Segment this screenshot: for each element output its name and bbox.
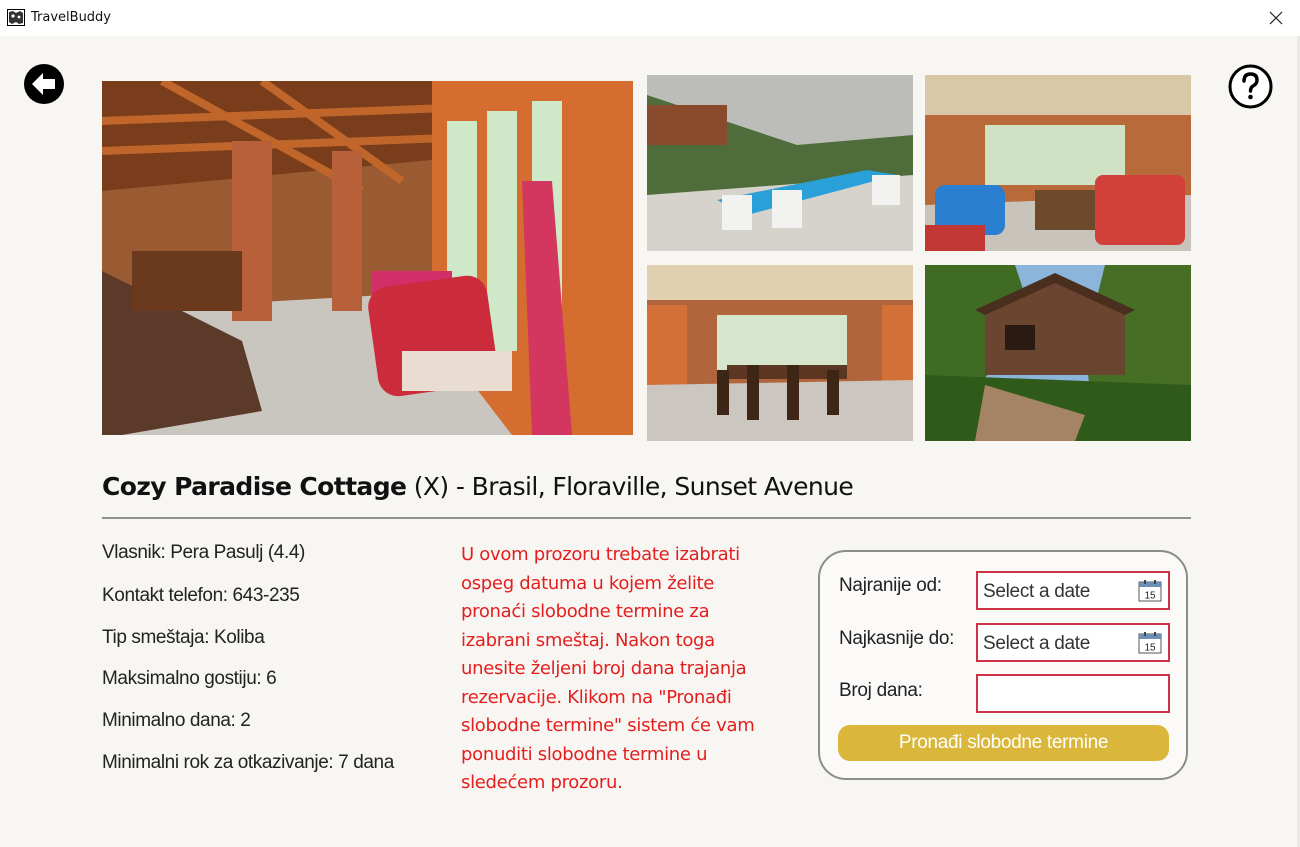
question-mark-icon xyxy=(1228,64,1273,109)
dining-photo[interactable] xyxy=(647,265,913,441)
app-logo-icon xyxy=(7,9,25,26)
instructions-line: unesite željeni broj dana trajanja xyxy=(461,658,747,679)
instructions-line: U ovom prozoru trebate izabrati xyxy=(461,544,740,565)
calendar-day: 15 xyxy=(1144,643,1156,654)
instructions-line: izabrani smeštaj. Nakon toga xyxy=(461,629,715,651)
accommodation-location: - Brasil, Floraville, Sunset Avenue xyxy=(448,472,854,501)
calendar-icon[interactable]: 15 xyxy=(1138,632,1162,654)
calendar-day: 15 xyxy=(1144,591,1156,602)
latest-date-label: Najkasnije do: xyxy=(839,628,955,649)
accommodation-id: (X) xyxy=(406,472,449,501)
instructions-line: ospeg datuma u kojem želite xyxy=(461,572,715,594)
days-count-label: Broj dana: xyxy=(839,680,923,701)
detail-phone: Kontakt telefon: 643-235 xyxy=(102,585,300,606)
pool-photo[interactable] xyxy=(647,75,913,251)
find-free-slots-button[interactable]: Pronađi slobodne termine xyxy=(838,725,1169,761)
detail-max-guests: Maksimalno gostiju: 6 xyxy=(102,668,277,689)
detail-type: Tip smeštaja: Koliba xyxy=(102,627,265,648)
earliest-date-placeholder: Select a date xyxy=(983,581,1091,602)
main-photo[interactable] xyxy=(102,81,633,435)
instructions-line: rezervacije. Klikom na "Pronađi xyxy=(461,686,732,708)
close-button[interactable] xyxy=(1262,4,1290,32)
close-icon xyxy=(1269,11,1283,25)
house-exterior-photo[interactable] xyxy=(925,265,1191,441)
earliest-date-picker[interactable]: Select a date 15 xyxy=(976,571,1170,610)
lounge-photo[interactable] xyxy=(925,75,1191,251)
earliest-date-label: Najranije od: xyxy=(839,575,942,596)
detail-owner: Vlasnik: Pera Pasulj (4.4) xyxy=(102,542,305,563)
window-title: TravelBuddy xyxy=(31,10,111,25)
calendar-icon[interactable]: 15 xyxy=(1138,580,1162,602)
instructions-line: slobodne termine" sistem će vam xyxy=(461,715,755,736)
latest-date-placeholder: Select a date xyxy=(983,633,1091,654)
days-count-input[interactable] xyxy=(976,674,1170,713)
instructions-line: ponuditi slobodne termine u xyxy=(461,743,708,765)
title-bar: TravelBuddy xyxy=(0,0,1300,36)
heading-divider xyxy=(102,517,1191,519)
accommodation-name: Cozy Paradise Cottage xyxy=(102,472,407,501)
back-button[interactable] xyxy=(24,64,64,104)
instructions-text: U ovom prozoru trebate izabrati ospeg da… xyxy=(461,541,801,798)
instructions-line: sledećem prozoru. xyxy=(461,772,623,793)
help-button[interactable] xyxy=(1228,64,1273,109)
instructions-line: pronaći slobodne termine za xyxy=(461,601,710,622)
accommodation-heading: Cozy Paradise Cottage (X) - Brasil, Flor… xyxy=(102,472,854,501)
detail-min-days: Minimalno dana: 2 xyxy=(102,710,251,731)
latest-date-picker[interactable]: Select a date 15 xyxy=(976,623,1170,662)
back-arrow-icon xyxy=(24,64,64,104)
detail-cancellation: Minimalni rok za otkazivanje: 7 dana xyxy=(102,752,394,773)
